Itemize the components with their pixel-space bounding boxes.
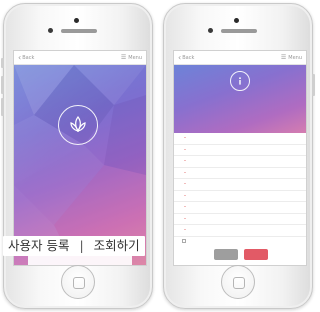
home-button[interactable] [221, 265, 255, 299]
phone-mockup-left: ‹ Back ☰ Menu [1, 3, 153, 309]
back-button[interactable]: ‹ Back [178, 52, 195, 62]
form-row[interactable]: • [174, 156, 306, 168]
front-camera [208, 28, 213, 33]
hero-background [14, 65, 146, 265]
form-row[interactable]: • [174, 179, 306, 191]
logo-badge [58, 105, 98, 145]
field-label: • [184, 228, 186, 233]
screen-right: ‹ Back ☰ Menu • • • • • • • • • [173, 50, 307, 266]
front-sensor [74, 18, 79, 23]
menu-label: Menu [288, 54, 302, 61]
field-label: • [184, 216, 186, 221]
chevron-left-icon: ‹ [178, 52, 182, 62]
form-row[interactable]: • [174, 133, 306, 145]
field-label: • [184, 193, 186, 198]
field-label: • [184, 136, 186, 141]
hamburger-icon: ☰ [120, 53, 127, 61]
home-button[interactable] [61, 265, 95, 299]
chevron-left-icon: ‹ [18, 52, 22, 62]
info-badge [230, 71, 250, 91]
registration-form: • • • • • • • • • [174, 133, 306, 237]
power-button [312, 74, 315, 96]
form-row[interactable]: • [174, 202, 306, 214]
phone-mockup-right: ‹ Back ☰ Menu • • • • • • • • • [163, 3, 315, 309]
form-row[interactable]: • [174, 214, 306, 225]
menu-label: Menu [128, 54, 142, 61]
form-row[interactable]: • [174, 191, 306, 202]
app-nav-bar: ‹ Back ☰ Menu [14, 51, 146, 65]
earpiece-speaker [61, 29, 97, 33]
polygon-pattern [14, 65, 146, 265]
hamburger-icon: ☰ [280, 53, 287, 61]
earpiece-speaker [221, 29, 257, 33]
form-row[interactable]: • [174, 145, 306, 156]
lotus-icon [70, 115, 86, 133]
front-camera [48, 28, 53, 33]
mute-switch [1, 58, 4, 68]
consent-row [182, 237, 302, 245]
back-button[interactable]: ‹ Back [18, 52, 35, 62]
caption-register[interactable]: 사용자 등록 [8, 238, 69, 253]
menu-button[interactable]: ☰ Menu [280, 53, 302, 61]
caption-bar: 사용자 등록 | 조회하기 [3, 236, 145, 256]
volume-up-button [1, 76, 4, 94]
screen-left: ‹ Back ☰ Menu [13, 50, 147, 266]
form-row[interactable]: • [174, 225, 306, 237]
caption-separator: | [79, 238, 84, 253]
field-label: • [184, 182, 186, 187]
consent-checkbox[interactable] [182, 239, 186, 243]
info-icon [239, 77, 241, 85]
back-label: Back [22, 54, 35, 61]
field-label: • [184, 159, 186, 164]
notice-banner [174, 65, 306, 133]
cancel-button[interactable] [214, 249, 238, 260]
field-label: • [184, 205, 186, 210]
caption-lookup[interactable]: 조회하기 [94, 238, 140, 253]
field-label: • [184, 170, 186, 175]
menu-button[interactable]: ☰ Menu [120, 53, 142, 61]
field-label: • [184, 147, 186, 152]
submit-button[interactable] [244, 249, 268, 260]
back-label: Back [182, 54, 195, 61]
volume-down-button [1, 98, 4, 116]
app-nav-bar: ‹ Back ☰ Menu [174, 51, 306, 65]
form-row[interactable]: • [174, 168, 306, 179]
form-actions [214, 249, 268, 260]
front-sensor [234, 18, 239, 23]
